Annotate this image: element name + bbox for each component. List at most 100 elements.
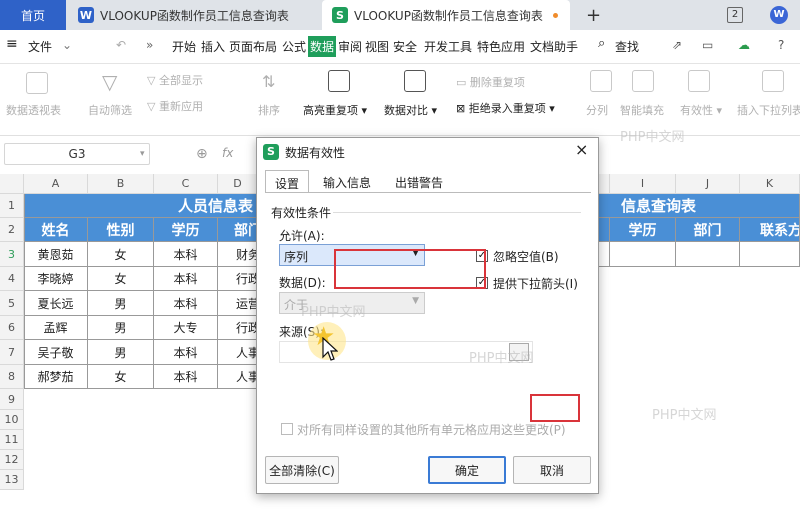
tab-settings[interactable]: 设置 bbox=[265, 170, 309, 192]
search-icon[interactable]: ⌕ bbox=[598, 36, 605, 51]
cell-h3[interactable] bbox=[599, 242, 610, 267]
column-header-c[interactable]: C bbox=[154, 174, 218, 194]
row-header-4[interactable]: 4 bbox=[0, 267, 24, 291]
autofilter-button[interactable]: 自动筛选 bbox=[88, 102, 132, 118]
table-cell[interactable]: 男 bbox=[88, 340, 154, 365]
clear-all-button[interactable]: 全部清除(C) bbox=[265, 456, 339, 484]
hamburger-icon[interactable]: ≡ bbox=[6, 36, 18, 52]
tab-error-alert[interactable]: 出错警告 bbox=[385, 172, 453, 192]
row-header-5[interactable]: 5 bbox=[0, 291, 24, 316]
table-cell[interactable]: 女 bbox=[88, 242, 154, 267]
compare-button[interactable]: 数据对比 ▾ bbox=[384, 102, 437, 118]
header-cell-gender[interactable]: 性别 bbox=[88, 218, 154, 242]
table-cell[interactable]: 行政 bbox=[218, 267, 258, 291]
column-header-i[interactable]: I bbox=[610, 174, 676, 194]
row-header-3[interactable]: 3 bbox=[0, 242, 24, 267]
column-header-a[interactable]: A bbox=[24, 174, 88, 194]
row-header-10[interactable]: 10 bbox=[0, 410, 24, 430]
left-table-title[interactable]: 人员信息表 bbox=[24, 194, 258, 218]
fx-icon[interactable]: fx bbox=[222, 146, 233, 160]
table-cell[interactable]: 夏长远 bbox=[24, 291, 88, 316]
menu-review[interactable]: 审阅 bbox=[338, 38, 362, 55]
table-cell[interactable]: 女 bbox=[88, 365, 154, 389]
cell-j3[interactable] bbox=[676, 242, 740, 267]
close-icon[interactable]: × bbox=[575, 140, 588, 159]
tab-home[interactable]: 首页 bbox=[0, 0, 66, 30]
menu-start[interactable]: 开始 bbox=[172, 38, 196, 55]
smart-fill-button[interactable]: 智能填充 bbox=[620, 102, 664, 118]
cloud-sync-icon[interactable]: ☁ bbox=[738, 38, 750, 52]
table-cell[interactable]: 行政 bbox=[218, 316, 258, 340]
table-cell[interactable]: 大专 bbox=[154, 316, 218, 340]
select-all-corner[interactable] bbox=[0, 174, 24, 194]
table-cell[interactable]: 郝梦茄 bbox=[24, 365, 88, 389]
chevron-down-icon[interactable]: ⌄ bbox=[62, 38, 72, 52]
row-header-13[interactable]: 13 bbox=[0, 470, 24, 490]
row-header-8[interactable]: 8 bbox=[0, 365, 24, 389]
column-header-j[interactable]: J bbox=[676, 174, 740, 194]
tab-input-info[interactable]: 输入信息 bbox=[313, 172, 381, 192]
tab-spreadsheet-active[interactable]: S VLOOKUP函数制作员工信息查询表 bbox=[322, 0, 570, 30]
apply-all-checkbox[interactable] bbox=[281, 423, 293, 435]
export-icon[interactable]: ▭ bbox=[702, 38, 713, 52]
header-cell-name[interactable]: 姓名 bbox=[24, 218, 88, 242]
table-cell[interactable]: 本科 bbox=[154, 365, 218, 389]
row-header-2[interactable]: 2 bbox=[0, 218, 24, 242]
undo-icon[interactable]: ↶ bbox=[116, 38, 126, 52]
menu-insert[interactable]: 插入 bbox=[201, 38, 225, 55]
table-cell[interactable]: 运营 bbox=[218, 291, 258, 316]
table-cell[interactable]: 财务 bbox=[218, 242, 258, 267]
reject-dup-button[interactable]: ⊠ 拒绝录入重复项 ▾ bbox=[456, 100, 555, 116]
menu-data[interactable]: 数据 bbox=[308, 36, 337, 57]
row-header-6[interactable]: 6 bbox=[0, 316, 24, 340]
column-header-d[interactable]: D bbox=[218, 174, 258, 194]
account-avatar[interactable]: W bbox=[770, 6, 788, 24]
table-cell[interactable]: 吴子敬 bbox=[24, 340, 88, 365]
ok-button[interactable]: 确定 bbox=[428, 456, 506, 484]
row-header-9[interactable]: 9 bbox=[0, 389, 24, 410]
menu-doc-assistant[interactable]: 文档助手 bbox=[530, 38, 578, 55]
sort-button[interactable]: 排序 bbox=[258, 102, 280, 118]
cancel-button[interactable]: 取消 bbox=[513, 456, 591, 484]
show-all-button[interactable]: ▽ 全部显示 bbox=[147, 72, 203, 88]
column-header-b[interactable]: B bbox=[88, 174, 154, 194]
chevron-down-icon[interactable]: ▾ bbox=[140, 149, 145, 159]
share-icon[interactable]: ⇗ bbox=[672, 38, 682, 52]
header-cell-education[interactable]: 学历 bbox=[154, 218, 218, 242]
more-icon[interactable]: » bbox=[146, 38, 153, 52]
table-cell[interactable]: 女 bbox=[88, 267, 154, 291]
table-cell[interactable]: 本科 bbox=[154, 340, 218, 365]
new-tab-button[interactable]: + bbox=[586, 0, 606, 30]
insert-dropdown-button[interactable]: 插入下拉列表 bbox=[737, 102, 800, 118]
remove-dup-button[interactable]: ▭ 删除重复项 bbox=[456, 74, 525, 90]
header-cell-right-blank[interactable] bbox=[599, 218, 610, 242]
table-cell[interactable]: 孟辉 bbox=[24, 316, 88, 340]
table-cell[interactable]: 黄恩茹 bbox=[24, 242, 88, 267]
table-cell[interactable]: 男 bbox=[88, 291, 154, 316]
table-cell[interactable]: 李晓婷 bbox=[24, 267, 88, 291]
table-cell[interactable]: 人事 bbox=[218, 365, 258, 389]
menu-view[interactable]: 视图 bbox=[365, 38, 389, 55]
highlight-dup-button[interactable]: 高亮重复项 ▾ bbox=[303, 102, 367, 118]
pivot-table-button[interactable]: 数据透视表 bbox=[6, 102, 61, 118]
row-header-1[interactable]: 1 bbox=[0, 194, 24, 218]
right-table-title[interactable]: 信息查询表 bbox=[599, 194, 800, 218]
file-menu[interactable]: 文件 bbox=[28, 38, 52, 55]
row-header-12[interactable]: 12 bbox=[0, 450, 24, 470]
name-box[interactable]: G3 bbox=[4, 143, 150, 165]
table-cell[interactable]: 本科 bbox=[154, 267, 218, 291]
header-cell-dept[interactable]: 部门 bbox=[218, 218, 258, 242]
help-icon[interactable]: ? bbox=[778, 38, 784, 52]
table-cell[interactable]: 人事 bbox=[218, 340, 258, 365]
header-cell-right-contact[interactable]: 联系方 bbox=[740, 218, 800, 242]
window-count-badge[interactable]: 2 bbox=[727, 7, 743, 23]
table-cell[interactable]: 本科 bbox=[154, 242, 218, 267]
header-cell-right-dept[interactable]: 部门 bbox=[676, 218, 740, 242]
validity-button[interactable]: 有效性 ▾ bbox=[680, 102, 722, 118]
column-header-h[interactable]: H bbox=[599, 174, 610, 194]
split-button[interactable]: 分列 bbox=[586, 102, 608, 118]
table-cell[interactable]: 男 bbox=[88, 316, 154, 340]
menu-security[interactable]: 安全 bbox=[393, 38, 417, 55]
header-cell-right-education[interactable]: 学历 bbox=[610, 218, 676, 242]
table-cell[interactable]: 本科 bbox=[154, 291, 218, 316]
